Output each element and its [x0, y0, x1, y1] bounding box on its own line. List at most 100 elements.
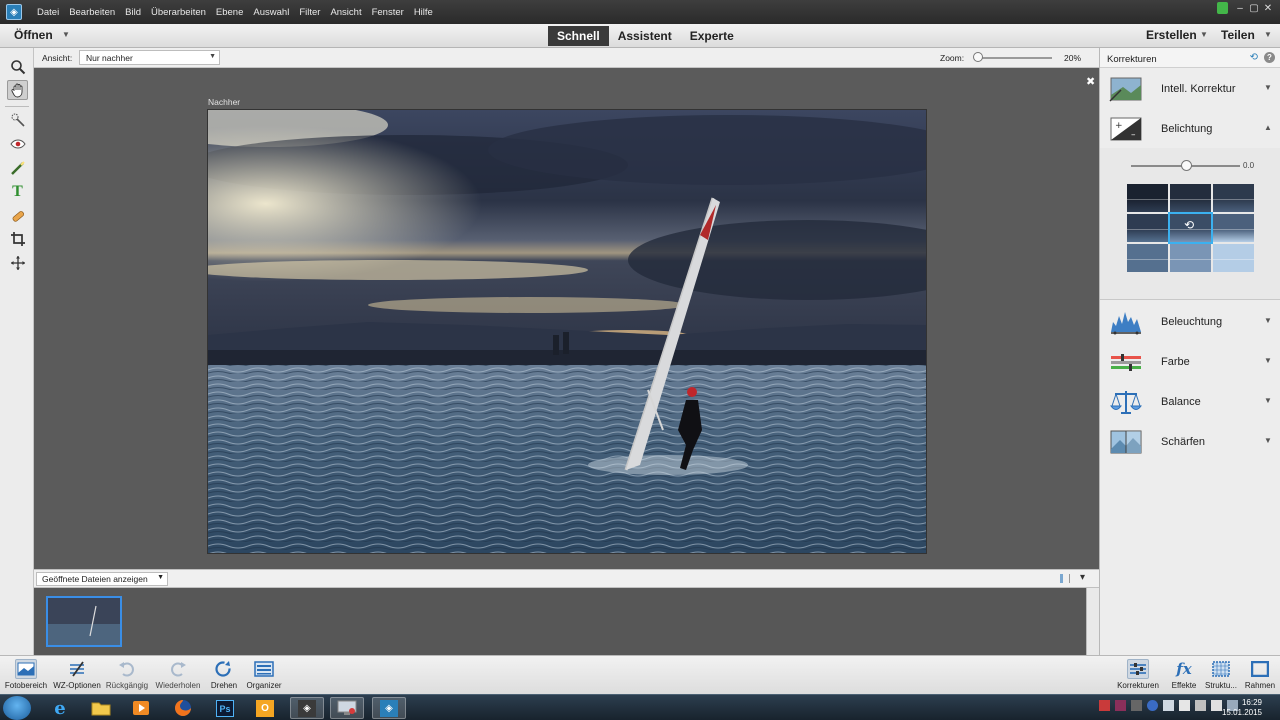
start-button-icon[interactable]: [3, 696, 31, 720]
tool-options-button[interactable]: WZ-Optionen: [50, 659, 104, 690]
share-button[interactable]: Teilen: [1221, 28, 1255, 42]
menu-bild[interactable]: Bild: [120, 7, 146, 18]
exposure-preset-thumbnail[interactable]: [1213, 184, 1254, 212]
menu-filter[interactable]: Filter: [294, 7, 325, 18]
textures-button[interactable]: Struktu...: [1202, 659, 1240, 690]
create-button[interactable]: Erstellen: [1146, 28, 1197, 42]
hand-tool-icon[interactable]: [7, 80, 28, 100]
help-icon[interactable]: ?: [1264, 52, 1275, 63]
menu-datei[interactable]: Datei: [32, 7, 64, 18]
tray-app-icon[interactable]: [1115, 700, 1126, 711]
menu-ansicht[interactable]: Ansicht: [325, 7, 366, 18]
reset-icon[interactable]: ⟲: [1250, 52, 1258, 63]
menu-ueberarbeiten[interactable]: Überarbeiten: [146, 7, 211, 18]
file-explorer-icon[interactable]: [84, 697, 118, 719]
system-tray: [1099, 700, 1238, 711]
exposure-preset-thumbnail[interactable]: [1213, 244, 1254, 272]
close-window-icon[interactable]: ✕: [1262, 3, 1274, 15]
mode-bar: Öffnen ▼ Schnell Assistent Experte Erste…: [0, 24, 1280, 48]
lighting-icon: [1109, 308, 1143, 336]
exposure-preset-thumbnail[interactable]: [1127, 214, 1168, 242]
exposure-preset-thumbnail[interactable]: [1127, 244, 1168, 272]
section-label: Balance: [1161, 396, 1201, 408]
media-player-icon[interactable]: [124, 697, 158, 719]
outlook-icon[interactable]: O: [248, 697, 282, 719]
menu-fenster[interactable]: Fenster: [367, 7, 409, 18]
zoom-tool-icon[interactable]: [7, 57, 28, 77]
red-eye-icon[interactable]: [7, 134, 28, 154]
adjustments-button[interactable]: Korrekturen: [1116, 659, 1160, 690]
bin-scrollbar[interactable]: [1086, 588, 1099, 655]
exposure-preset-thumbnail[interactable]: [1170, 244, 1211, 272]
section-color[interactable]: Farbe ▼: [1100, 342, 1280, 382]
exposure-preset-thumbnail[interactable]: [1213, 214, 1254, 242]
exposure-preset-thumbnail[interactable]: [1127, 184, 1168, 212]
menu-ebene[interactable]: Ebene: [211, 7, 248, 18]
tray-app-icon[interactable]: [1099, 700, 1110, 711]
bin-options-icon[interactable]: [1060, 574, 1070, 583]
tray-app-icon[interactable]: [1131, 700, 1142, 711]
volume-icon[interactable]: [1211, 700, 1222, 711]
exposure-preset-thumbnail[interactable]: [1170, 184, 1211, 212]
chevron-down-icon: ▼: [1264, 316, 1272, 325]
exposure-presets-grid: ⟲: [1127, 184, 1254, 272]
chevron-down-icon[interactable]: ▼: [1264, 30, 1272, 39]
adjustments-panel: Korrekturen ⟲ ? Intell. Korrektur ▼ + – B…: [1099, 48, 1280, 655]
photo-thumbnail[interactable]: [46, 596, 122, 647]
section-balance[interactable]: Balance ▼: [1100, 382, 1280, 422]
elements-editor-taskbar-icon[interactable]: ◈: [290, 697, 324, 719]
crop-tool-icon[interactable]: [7, 229, 28, 249]
internet-explorer-icon[interactable]: e: [43, 697, 77, 719]
spot-healing-icon[interactable]: [7, 206, 28, 226]
organizer-button[interactable]: Organizer: [244, 659, 284, 690]
menu-bearbeiten[interactable]: Bearbeiten: [64, 7, 120, 18]
tool-options-icon: [66, 659, 88, 679]
bin-files-select[interactable]: Geöffnete Dateien anzeigen ▼: [36, 572, 168, 586]
open-button[interactable]: Öffnen: [14, 28, 53, 42]
effects-button[interactable]: fx Effekte: [1166, 659, 1202, 690]
rotate-button[interactable]: Drehen: [206, 659, 242, 690]
undo-button[interactable]: Rückgängig: [104, 659, 150, 690]
system-clock[interactable]: 16:29 15.01.2015: [1222, 698, 1262, 718]
firefox-icon[interactable]: [166, 697, 200, 719]
exposure-slider-handle[interactable]: [1180, 160, 1192, 171]
remote-desktop-icon[interactable]: [330, 697, 364, 719]
minimize-icon[interactable]: –: [1234, 3, 1246, 15]
photo-bin-button[interactable]: Fotobereich: [4, 659, 48, 690]
move-tool-icon[interactable]: [7, 253, 28, 273]
tray-app-icon[interactable]: [1147, 700, 1158, 711]
collapse-bin-icon[interactable]: ▾: [1080, 572, 1085, 583]
network-icon[interactable]: [1163, 700, 1174, 711]
tab-schnell[interactable]: Schnell: [548, 26, 609, 46]
tab-experte[interactable]: Experte: [681, 26, 743, 46]
action-center-icon[interactable]: [1195, 700, 1206, 711]
chevron-down-icon[interactable]: ▼: [1200, 30, 1208, 39]
photo-canvas[interactable]: [207, 109, 927, 554]
chevron-up-icon: ▲: [1264, 123, 1272, 132]
section-smart-fix[interactable]: Intell. Korrektur ▼: [1100, 69, 1280, 109]
view-select[interactable]: Nur nachher ▼: [79, 50, 220, 65]
elements-organizer-taskbar-icon[interactable]: ◈: [372, 697, 406, 719]
menu-hilfe[interactable]: Hilfe: [409, 7, 438, 18]
section-sharpen[interactable]: Schärfen ▼: [1100, 422, 1280, 462]
section-lighting[interactable]: Beleuchtung ▼: [1100, 302, 1280, 342]
quick-selection-icon[interactable]: [7, 110, 28, 130]
button-label: Drehen: [210, 681, 238, 690]
text-tool-icon[interactable]: T: [7, 182, 28, 202]
canvas-area[interactable]: ✖ Nachher: [34, 68, 1099, 569]
menu-auswahl[interactable]: Auswahl: [248, 7, 294, 18]
zoom-slider-track[interactable]: [974, 57, 1052, 59]
maximize-icon[interactable]: ▢: [1248, 3, 1260, 15]
tab-assistent[interactable]: Assistent: [609, 26, 681, 46]
redo-button[interactable]: Wiederholen: [153, 659, 203, 690]
whiten-teeth-icon[interactable]: [7, 158, 28, 178]
section-exposure[interactable]: + – Belichtung ▲: [1100, 109, 1280, 149]
flag-icon[interactable]: [1179, 700, 1190, 711]
zoom-slider-handle[interactable]: [973, 52, 984, 62]
frames-button[interactable]: Rahmen: [1242, 659, 1278, 690]
photoshop-icon[interactable]: Ps: [208, 697, 242, 719]
chevron-down-icon[interactable]: ▼: [62, 30, 70, 39]
notification-badge-icon[interactable]: [1217, 2, 1228, 14]
close-document-icon[interactable]: ✖: [1086, 75, 1095, 88]
exposure-preset-thumbnail[interactable]: ⟲: [1168, 212, 1213, 244]
